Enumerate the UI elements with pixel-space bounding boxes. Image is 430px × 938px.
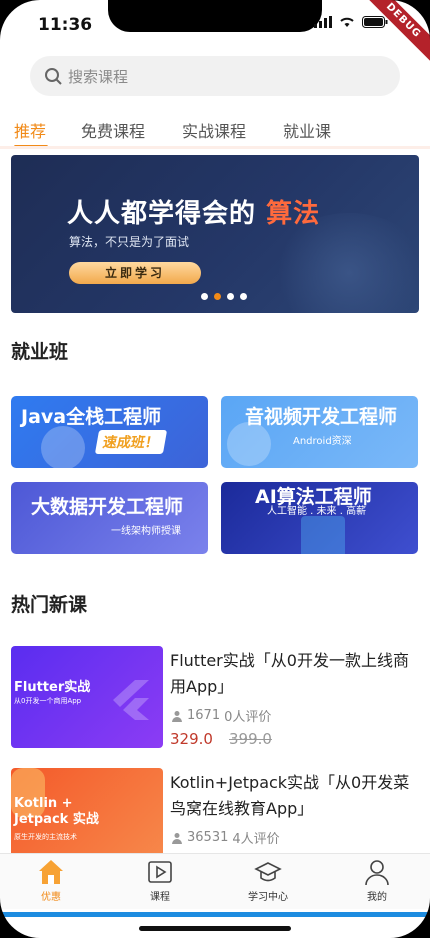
signal-icon <box>314 16 332 28</box>
job-card-ai[interactable]: AI算法工程师 人工智能 . 未来 . 高薪 <box>221 482 418 554</box>
home-icon <box>39 860 63 884</box>
user-icon <box>172 710 182 722</box>
review-count: 0人评价 <box>224 710 272 725</box>
battery-icon <box>362 16 388 28</box>
tab-employment-courses[interactable]: 就业课 <box>283 118 331 142</box>
bottom-navigation: 优惠 课程 学习中心 我的 <box>0 853 430 909</box>
course-original-price: 399.0 <box>229 730 272 748</box>
user-icon <box>365 860 389 886</box>
person-illustration-icon <box>41 426 85 468</box>
course-item[interactable]: Flutter实战 从0开发一个商用App Flutter实战「从0开发一款上线… <box>11 646 419 748</box>
thumb-subtitle: 从0开发一个商用App <box>14 697 82 705</box>
video-icon <box>148 861 172 883</box>
banner-subtitle: 算法，不只是为了面试 <box>69 235 190 249</box>
isometric-illustration-icon <box>301 516 345 554</box>
course-title: Flutter实战「从0开发一款上线商用App」 <box>170 651 409 696</box>
review-count: 4人评价 <box>232 832 280 847</box>
learner-count: 1671 <box>187 708 221 723</box>
nav-item-mine[interactable]: 我的 <box>334 854 420 909</box>
nav-item-discount[interactable]: 优惠 <box>8 854 94 909</box>
banner-title: 人人都学得会的 算法 <box>67 199 321 229</box>
search-icon <box>45 68 62 85</box>
course-thumbnail: Flutter实战 从0开发一个商用App <box>11 646 163 748</box>
nav-item-courses[interactable]: 课程 <box>117 854 203 909</box>
nav-label: 我的 <box>367 892 387 903</box>
job-card-av[interactable]: 音视频开发工程师 Android资深 <box>221 396 418 468</box>
job-card-badge: 速成班！ <box>94 430 168 454</box>
course-price: 329.0 <box>170 730 213 748</box>
banner-title-accent: 算法 <box>266 199 321 229</box>
tab-recommend[interactable]: 推荐 <box>14 118 46 142</box>
course-meta: 1671 0人评价 <box>171 706 271 725</box>
banner-dot[interactable] <box>201 293 208 300</box>
bottom-accent-line <box>0 912 430 917</box>
job-card-subtitle: 人工智能 . 未来 . 高薪 <box>267 506 367 517</box>
tabs-divider <box>0 146 430 149</box>
home-indicator[interactable] <box>139 926 291 931</box>
job-card-title: Java全栈工程师 <box>21 406 162 428</box>
nav-label: 学习中心 <box>248 892 288 903</box>
banner-pagination <box>201 293 247 300</box>
jobs-section-title: 就业班 <box>11 341 69 363</box>
user-icon <box>172 832 182 844</box>
nav-label: 优惠 <box>41 892 61 903</box>
course-title: Kotlin+Jetpack实战「从0开发菜鸟窝在线教育App」 <box>170 773 410 818</box>
job-card-bigdata[interactable]: 大数据开发工程师 一线架构师授课 <box>11 482 208 554</box>
learn-now-button[interactable]: 立即学习 <box>69 262 201 284</box>
thumb-subtitle: 原生开发的主流技术 <box>14 833 77 841</box>
search-bar[interactable]: 搜索课程 <box>30 56 400 96</box>
graduation-cap-icon <box>254 862 282 882</box>
wifi-icon <box>340 17 354 27</box>
nav-item-learning-center[interactable]: 学习中心 <box>225 854 311 909</box>
job-card-subtitle: 一线架构师授课 <box>111 526 181 537</box>
banner-dot-active[interactable] <box>214 293 221 300</box>
job-card-subtitle: Android资深 <box>293 436 352 447</box>
status-icons <box>314 16 388 28</box>
category-tabs: 推荐 免费课程 实战课程 就业课 <box>0 112 430 150</box>
thumb-title: Flutter实战 <box>14 680 91 695</box>
learner-count: 36531 <box>187 830 229 845</box>
course-meta: 36531 4人评价 <box>171 828 280 847</box>
banner-dot[interactable] <box>240 293 247 300</box>
tab-practical-courses[interactable]: 实战课程 <box>182 118 246 142</box>
status-time: 11:36 <box>38 15 93 35</box>
promo-banner[interactable]: 人人都学得会的 算法 算法，不只是为了面试 立即学习 <box>11 155 419 313</box>
job-card-title: 大数据开发工程师 <box>31 496 184 518</box>
job-card-java[interactable]: Java全栈工程师 速成班！ <box>11 396 208 468</box>
tab-free-courses[interactable]: 免费课程 <box>81 118 145 142</box>
nav-label: 课程 <box>150 892 170 903</box>
status-bar: 11:36 DEBUG <box>0 0 430 67</box>
hot-section-title: 热门新课 <box>11 594 88 616</box>
search-placeholder: 搜索课程 <box>68 67 129 86</box>
device-notch <box>108 0 322 32</box>
job-card-title: 音视频开发工程师 <box>245 406 398 428</box>
thumb-title: Kotlin + Jetpack 实战 <box>14 796 99 827</box>
flutter-logo-icon <box>113 680 149 720</box>
banner-dot[interactable] <box>227 293 234 300</box>
person-illustration-icon <box>227 422 271 466</box>
